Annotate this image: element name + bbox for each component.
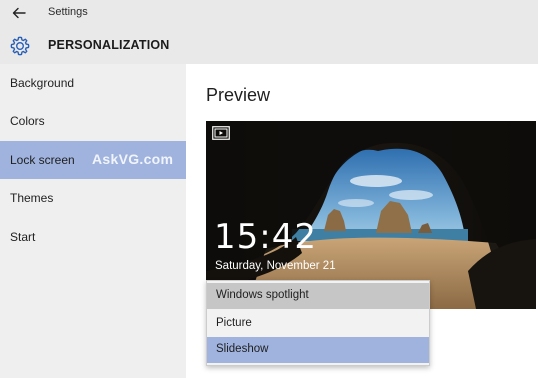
- slideshow-icon: [212, 126, 230, 140]
- gear-icon: [10, 36, 30, 56]
- background-type-dropdown[interactable]: Windows spotlight Picture Slideshow: [206, 280, 430, 366]
- option-label: Picture: [216, 317, 252, 329]
- arrow-left-icon: [12, 7, 26, 19]
- option-windows-spotlight[interactable]: Windows spotlight: [207, 283, 429, 309]
- sidebar-item-colors[interactable]: Colors: [0, 102, 186, 140]
- sidebar-item-label: Colors: [10, 114, 45, 128]
- sidebar-item-label: Themes: [10, 191, 54, 205]
- watermark-text: AskVG.com: [92, 151, 174, 167]
- option-slideshow[interactable]: Slideshow: [207, 337, 429, 363]
- window-title: Settings: [48, 6, 88, 18]
- preview-heading: Preview: [206, 85, 271, 105]
- sidebar-item-label: Lock screen: [10, 153, 75, 167]
- back-button[interactable]: [8, 2, 32, 24]
- sidebar-nav: Background Colors Lock screen AskVG.com …: [0, 64, 186, 378]
- title-bar: Settings: [0, 0, 538, 26]
- option-picture[interactable]: Picture: [207, 311, 429, 337]
- option-label: Slideshow: [216, 343, 269, 355]
- sidebar-item-label: Start: [10, 230, 36, 244]
- main-content: Preview 15:42 Saturday, November 21 Wind…: [186, 64, 538, 378]
- lock-screen-date: Saturday, November 21: [215, 260, 336, 272]
- sidebar-item-themes[interactable]: Themes: [0, 179, 186, 217]
- sidebar-item-background[interactable]: Background: [0, 64, 186, 102]
- lock-screen-time: 15:42: [214, 217, 317, 257]
- page-title: PERSONALIZATION: [48, 38, 170, 52]
- sidebar-item-start[interactable]: Start: [0, 218, 186, 256]
- sidebar-item-lock-screen[interactable]: Lock screen AskVG.com: [0, 141, 186, 179]
- page-header: PERSONALIZATION: [0, 26, 538, 64]
- option-label: Windows spotlight: [216, 289, 309, 301]
- sidebar-item-label: Background: [10, 76, 75, 90]
